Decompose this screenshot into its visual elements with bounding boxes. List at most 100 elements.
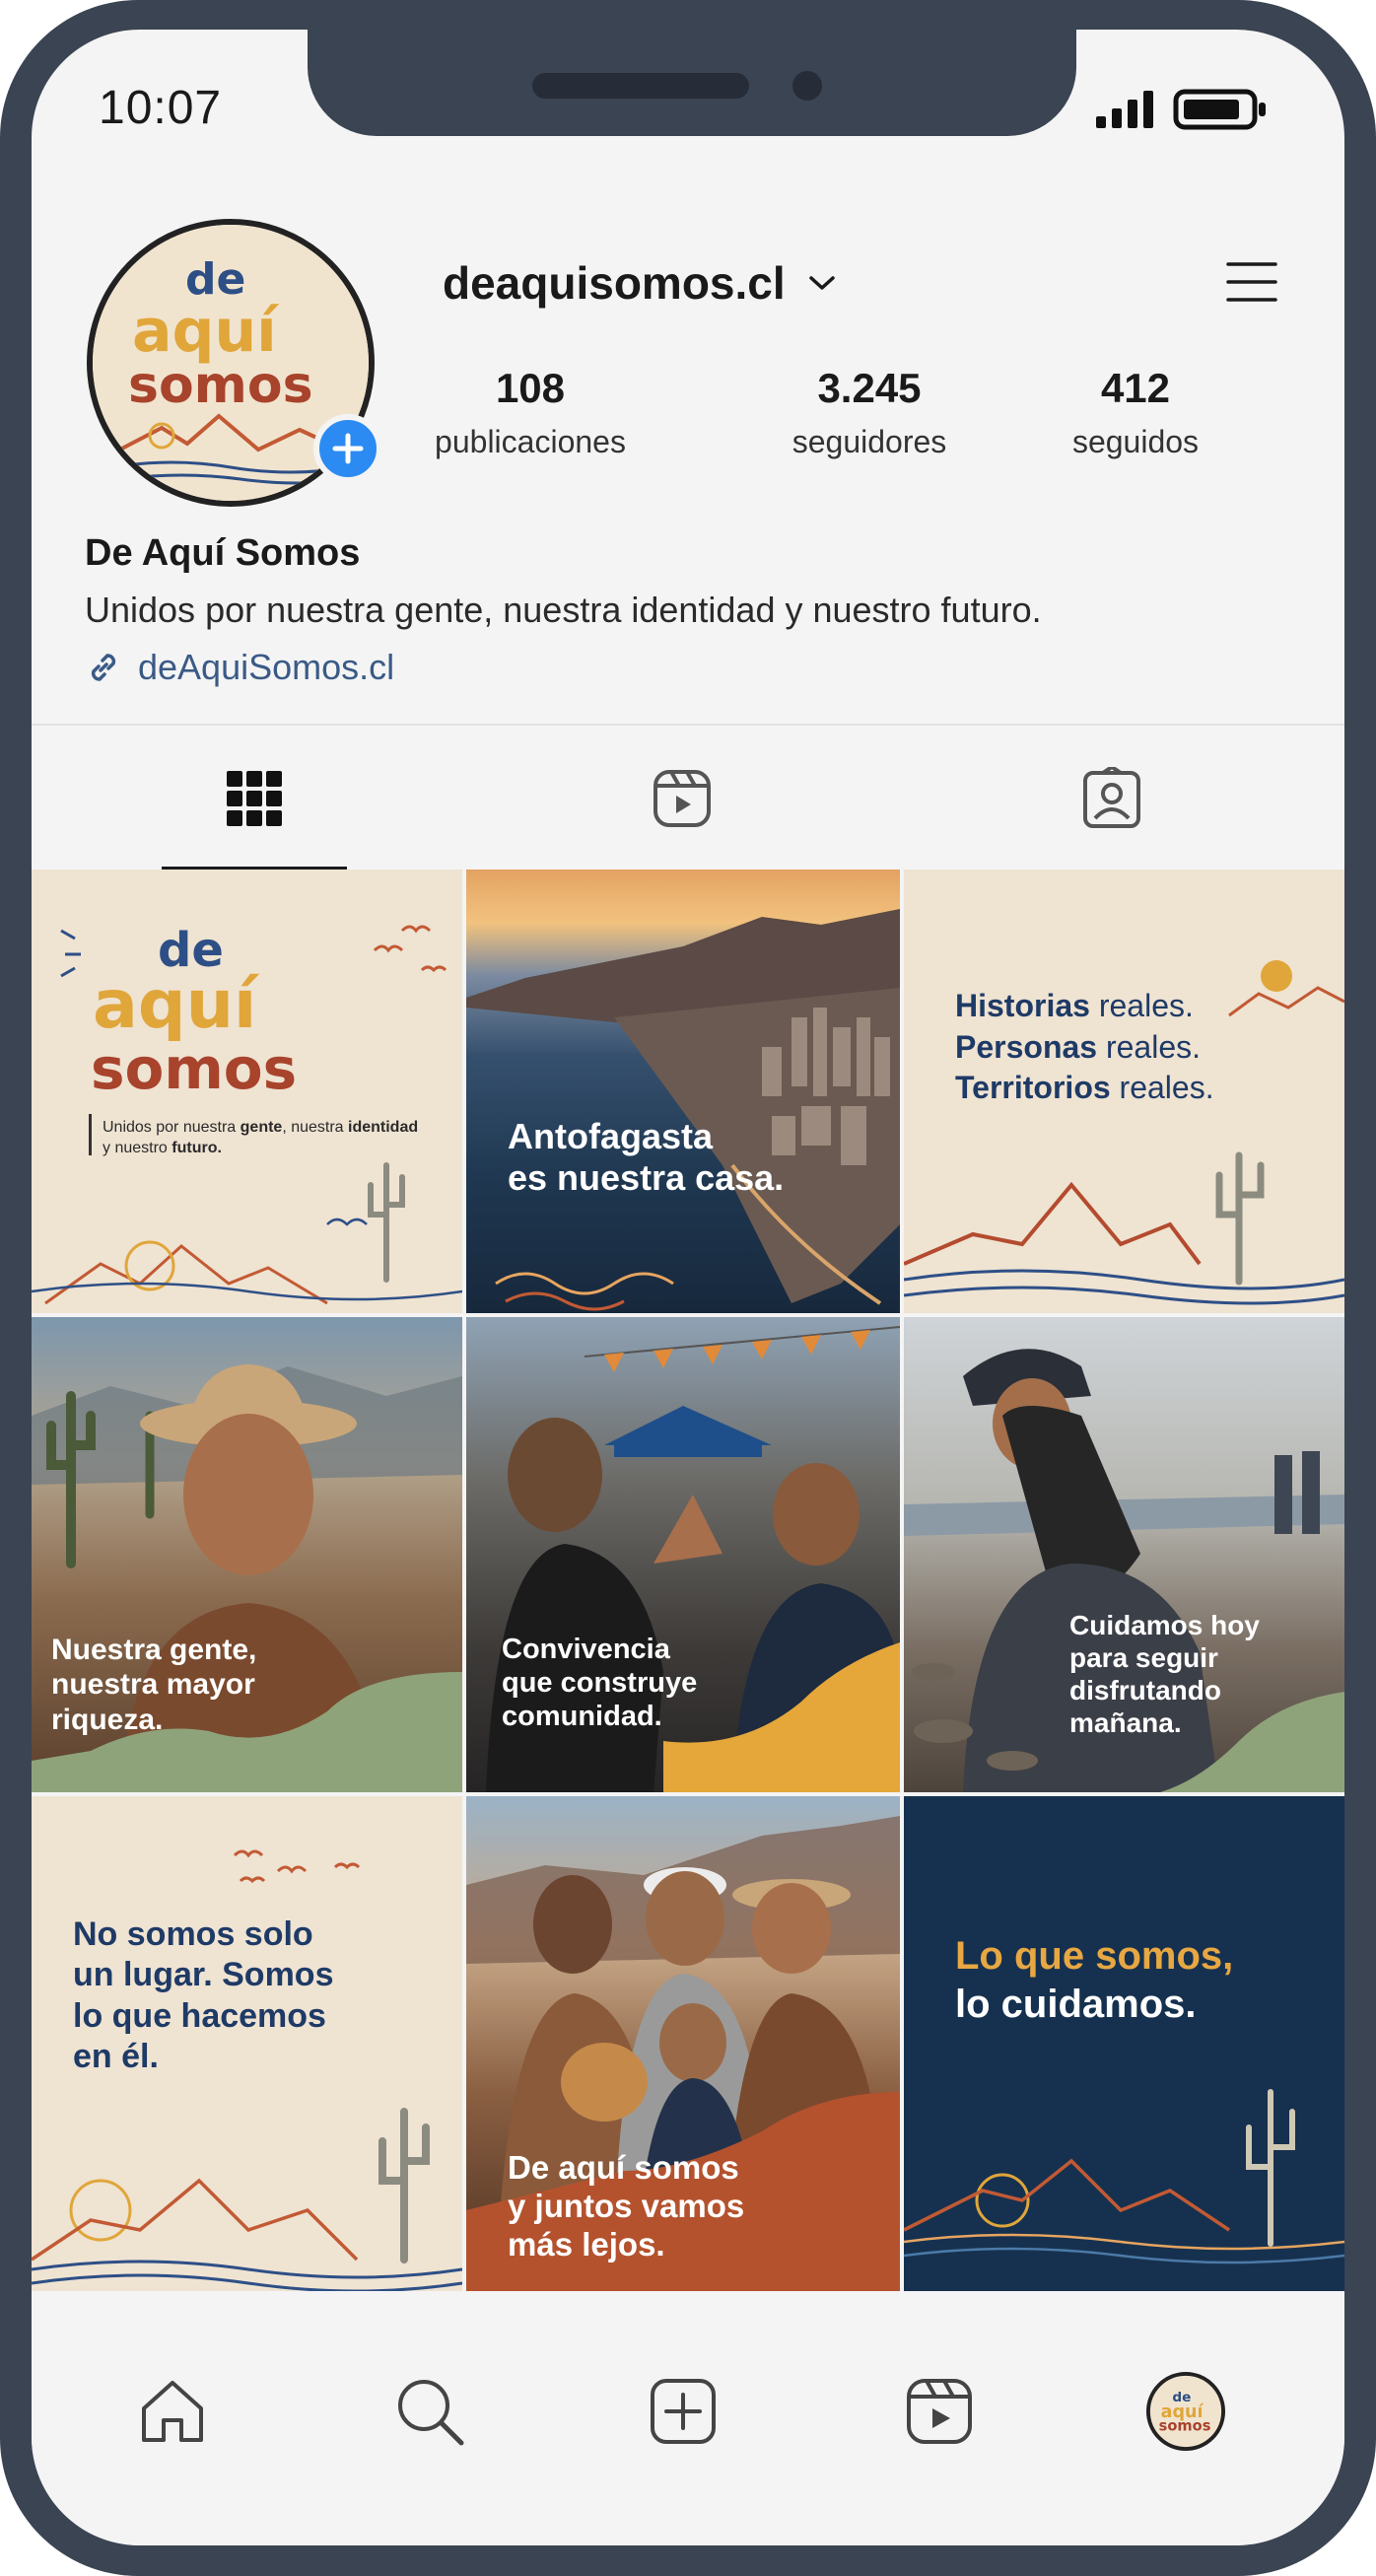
post-caption: Historias reales. Personas reales. Terri… [955, 986, 1214, 1109]
caption-line: lo que hacemos [73, 1996, 326, 2035]
following-label: seguidos [1071, 424, 1200, 459]
tagged-user-icon [1083, 767, 1140, 828]
status-icons [1096, 89, 1268, 130]
posts-label: publicaciones [435, 424, 626, 459]
caption-line: más lejos. [508, 2225, 665, 2263]
nav-search[interactable] [389, 2371, 470, 2452]
subtitle-bold: futuro. [172, 1139, 222, 1156]
header-divider [32, 724, 1344, 726]
bottom-nav: de aquí somos [32, 2304, 1344, 2545]
front-camera [792, 71, 822, 101]
caption-line: Cuidamos hoy [1069, 1610, 1260, 1640]
caption-main: lo cuidamos. [955, 1982, 1197, 2026]
caption-line: un lugar. Somos [73, 1956, 334, 1994]
post-tile[interactable]: Historias reales. Personas reales. Terri… [904, 870, 1344, 1313]
reels-icon [654, 770, 711, 827]
post-tile[interactable]: Cuidamos hoy para seguir disfrutando mañ… [904, 1317, 1344, 1792]
post-photo [466, 909, 900, 1311]
stat-following[interactable]: 412 seguidos [1037, 365, 1234, 460]
profile-avatar-icon: de aquí somos [1145, 2371, 1226, 2452]
caption-line: es nuestra casa. [508, 1157, 785, 1199]
hamburger-menu-icon[interactable] [1224, 254, 1279, 310]
add-post-icon [651, 2379, 716, 2444]
nav-reels[interactable] [899, 2371, 980, 2452]
username: deaquisomos.cl [443, 257, 786, 309]
post-subtitle: Unidos por nuestra gente, nuestra identi… [103, 1118, 428, 1159]
phone-screen: 10:07 de aquí somos deaquisomos.cl 108 p… [32, 30, 1344, 2545]
home-icon [142, 2381, 203, 2442]
battery-icon [1173, 89, 1266, 130]
caption-line: De aquí somos [508, 2149, 739, 2186]
caption-line: Historias reales. [955, 988, 1194, 1023]
posts-count: 108 [495, 365, 566, 411]
bio-link[interactable]: deAquiSomos.cl [85, 647, 394, 688]
chevron-down-icon [808, 276, 835, 290]
post-caption: No somos solo un lugar. Somos lo que hac… [73, 1915, 333, 2078]
post-caption: De aquí somos y juntos vamos más lejos. [508, 2149, 744, 2264]
post-artwork [904, 2089, 1344, 2264]
nav-create[interactable] [643, 2371, 723, 2452]
post-tile[interactable]: Convivencia que construye comunidad. [466, 1317, 900, 1792]
speaker-grille [532, 73, 749, 99]
post-caption: Antofagasta es nuestra casa. [508, 1116, 784, 1200]
search-icon [398, 2380, 464, 2446]
signal-icon [1096, 91, 1153, 128]
caption-line: disfrutando [1069, 1675, 1221, 1706]
followers-count: 3.245 [817, 365, 922, 411]
add-story-button[interactable] [313, 414, 382, 483]
post-caption: Convivencia que construye comunidad. [502, 1633, 697, 1734]
tab-tagged[interactable] [1072, 759, 1151, 838]
post-tile[interactable]: Antofagasta es nuestra casa. [466, 870, 900, 1313]
caption-line: Convivencia [502, 1634, 670, 1665]
phone-notch [308, 30, 1076, 136]
phone-frame: 10:07 de aquí somos deaquisomos.cl 108 p… [0, 0, 1376, 2576]
caption-line: que construye [502, 1667, 698, 1700]
post-tile[interactable]: No somos solo un lugar. Somos lo que hac… [32, 1796, 462, 2291]
caption-line: Antofagasta [508, 1116, 714, 1156]
tab-reels[interactable] [643, 759, 722, 838]
caption-line: No somos solo [73, 1915, 313, 1953]
svg-text:somos: somos [91, 1035, 297, 1102]
caption-line: para seguir [1069, 1642, 1218, 1674]
caption-line: riqueza. [51, 1703, 164, 1736]
reels-icon [907, 2379, 972, 2444]
caption-accent: Lo que somos, [955, 1934, 1234, 1978]
bio-link-text: deAquiSomos.cl [138, 647, 395, 687]
display-name: De Aquí Somos [85, 532, 361, 574]
subtitle-bold: gente [240, 1119, 283, 1136]
caption-line: Territorios reales. [955, 1070, 1214, 1106]
following-count: 412 [1100, 365, 1171, 411]
stat-posts[interactable]: 108 publicaciones [422, 365, 639, 460]
grid-icon [227, 771, 282, 826]
post-caption: Lo que somos, lo cuidamos. [955, 1932, 1233, 2029]
subtitle-text: , nuestra [282, 1119, 349, 1136]
post-tile[interactable]: Nuestra gente, nuestra mayor riqueza. [32, 1317, 462, 1792]
status-time: 10:07 [99, 82, 223, 134]
link-icon [91, 654, 116, 681]
stat-followers[interactable]: 3.245 seguidores [751, 365, 988, 460]
post-tile[interactable]: de aquí somos Unidos por nuestra gente, … [32, 870, 462, 1313]
caption-line: comunidad. [502, 1701, 662, 1733]
svg-text:somos: somos [128, 356, 313, 415]
caption-line: en él. [73, 2038, 159, 2076]
plus-icon [332, 433, 364, 464]
svg-text:somos: somos [1159, 2418, 1211, 2435]
post-artwork: de aquí somos [32, 923, 462, 1305]
bio-text: Unidos por nuestra gente, nuestra identi… [85, 590, 1042, 630]
subtitle-text: Unidos por nuestra [103, 1119, 241, 1136]
post-caption: Nuestra gente, nuestra mayor riqueza. [51, 1633, 256, 1737]
nav-profile[interactable]: de aquí somos [1145, 2371, 1226, 2452]
tab-grid[interactable] [215, 759, 294, 838]
nav-home[interactable] [132, 2371, 213, 2452]
caption-line: Personas reales. [955, 1028, 1202, 1065]
caption-line: nuestra mayor [51, 1668, 255, 1702]
username-switcher[interactable]: deaquisomos.cl [443, 256, 837, 310]
caption-line: y juntos vamos [508, 2187, 745, 2224]
posts-grid: de aquí somos Unidos por nuestra gente, … [32, 870, 1344, 2304]
caption-line: mañana. [1069, 1707, 1182, 1739]
post-tile[interactable]: Lo que somos, lo cuidamos. [904, 1796, 1344, 2291]
followers-label: seguidores [791, 424, 947, 459]
svg-text:aquí: aquí [93, 966, 260, 1044]
subtitle-text: y nuestro [103, 1139, 172, 1156]
post-tile[interactable]: De aquí somos y juntos vamos más lejos. [466, 1796, 900, 2291]
